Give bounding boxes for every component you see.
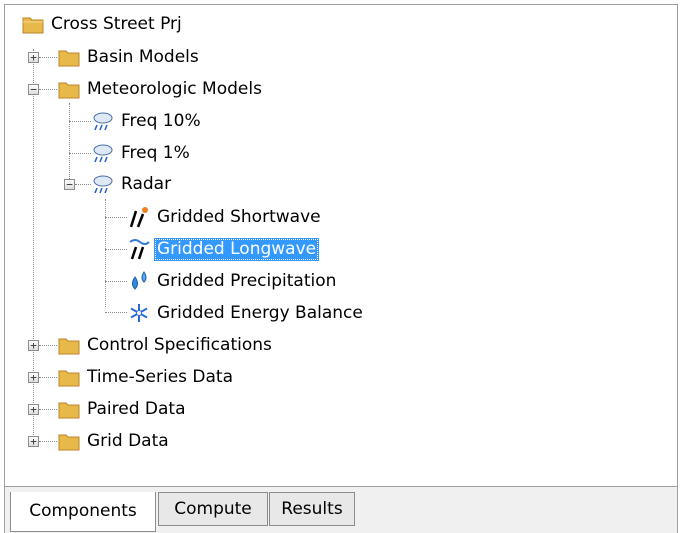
weather-icon (91, 172, 115, 196)
tree-node-freq-10[interactable]: Freq 10% (91, 108, 204, 134)
tree-connector (105, 249, 127, 250)
tree-node-gridded-energy-balance[interactable]: Gridded Energy Balance (127, 300, 366, 326)
tree-node-label: Freq 1% (121, 142, 190, 163)
folder-icon (57, 333, 81, 357)
project-tree-panel: + − − + + + + Cross Street Prj Basin Mod… (4, 4, 678, 487)
tree-node-label: Cross Street Prj (51, 13, 182, 34)
weather-icon (91, 141, 115, 165)
tree-node-label: Basin Models (87, 46, 199, 67)
tree-node-label: Meteorologic Models (87, 78, 262, 99)
tree-connector (39, 409, 57, 410)
folder-icon (21, 12, 45, 36)
tree-connector (39, 57, 57, 58)
tree-node-label: Paired Data (87, 398, 186, 419)
tree-connector (105, 281, 127, 282)
tree-node-cross-street-prj[interactable]: Cross Street Prj (21, 11, 185, 37)
tab-results[interactable]: Results (269, 492, 355, 526)
expand-grid-data-button[interactable]: + (28, 436, 39, 447)
shortwave-icon (127, 205, 151, 229)
tree-node-gridded-shortwave[interactable]: Gridded Shortwave (127, 204, 324, 230)
tree-node-label: Gridded Longwave (154, 237, 320, 261)
tree-node-label: Gridded Precipitation (157, 270, 337, 291)
tree-node-grid-data[interactable]: Grid Data (57, 428, 172, 454)
tree-connector (39, 89, 57, 90)
collapse-radar-button[interactable]: − (64, 179, 75, 190)
folder-icon (57, 429, 81, 453)
tree-connector (105, 199, 106, 307)
tree-connector (105, 312, 127, 313)
tree-connector (39, 441, 57, 442)
folder-icon (57, 365, 81, 389)
tab-compute[interactable]: Compute (158, 492, 268, 526)
tree-connector (39, 345, 57, 346)
tree-node-basin-models[interactable]: Basin Models (57, 44, 202, 70)
tree-node-label: Gridded Shortwave (157, 206, 321, 227)
folder-icon (57, 45, 81, 69)
expand-basin-models-button[interactable]: + (28, 52, 39, 63)
precipitation-icon (127, 269, 151, 293)
tree-node-label: Time-Series Data (87, 366, 234, 387)
snowflake-icon (127, 301, 151, 325)
tree-node-meteorologic-models[interactable]: Meteorologic Models (57, 76, 265, 102)
tree-connector (69, 121, 91, 122)
collapse-meteorologic-models-button[interactable]: − (28, 84, 39, 95)
tree-node-gridded-longwave[interactable]: Gridded Longwave (127, 236, 320, 262)
tree-node-label: Grid Data (87, 430, 169, 451)
tree-node-freq-1[interactable]: Freq 1% (91, 140, 193, 166)
tree-node-radar[interactable]: Radar (91, 171, 174, 197)
tree-connector (69, 103, 70, 183)
expand-time-series-data-button[interactable]: + (28, 372, 39, 383)
folder-icon (57, 77, 81, 101)
tree-node-control-specifications[interactable]: Control Specifications (57, 332, 275, 358)
expand-control-specifications-button[interactable]: + (28, 340, 39, 351)
tree-node-paired-data[interactable]: Paired Data (57, 396, 189, 422)
tree-connector (75, 184, 91, 185)
tab-components[interactable]: Components (10, 492, 156, 532)
tree-node-label: Freq 10% (121, 110, 201, 131)
tree-node-label: Control Specifications (87, 334, 272, 355)
weather-icon (91, 109, 115, 133)
tree-node-label: Radar (121, 173, 172, 194)
tree-connector (105, 217, 127, 218)
tree-connector (69, 153, 91, 154)
expand-paired-data-button[interactable]: + (28, 404, 39, 415)
longwave-icon (127, 237, 151, 261)
tree-node-label: Gridded Energy Balance (157, 302, 363, 323)
tree-node-time-series-data[interactable]: Time-Series Data (57, 364, 236, 390)
tree-connector (33, 49, 34, 445)
tree-node-gridded-precipitation[interactable]: Gridded Precipitation (127, 268, 339, 294)
tree-connector (39, 377, 57, 378)
folder-icon (57, 397, 81, 421)
